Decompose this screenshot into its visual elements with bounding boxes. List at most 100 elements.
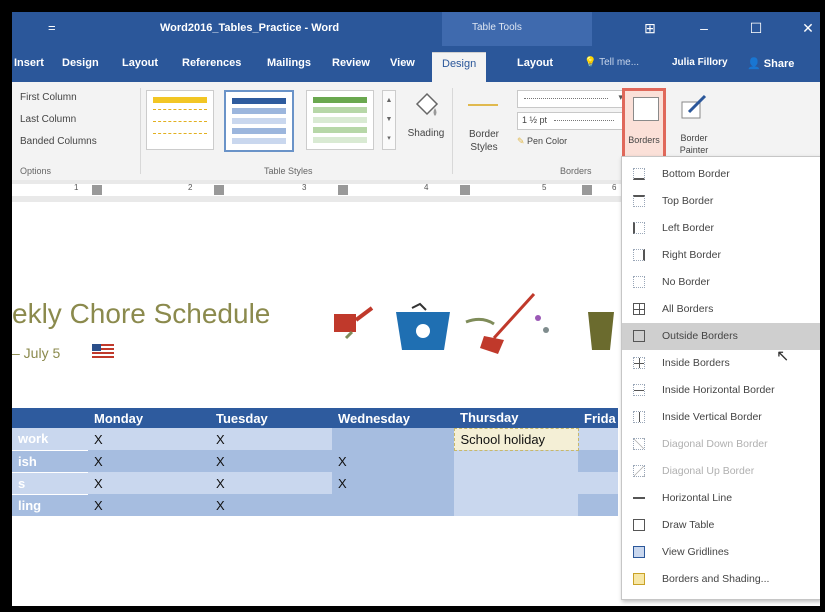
menu-item-no-border[interactable]: No Border xyxy=(622,269,820,296)
table-header-cell[interactable]: Monday xyxy=(88,408,210,428)
diagonal-up-border-icon xyxy=(633,465,645,477)
share-button[interactable]: 👤 Share xyxy=(747,57,794,70)
table-cell[interactable]: School holiday xyxy=(453,427,579,451)
shading-button[interactable]: Shading xyxy=(404,88,448,158)
pen-weight-dropdown[interactable]: 1 ½ pt xyxy=(517,112,627,130)
ruler-marker[interactable] xyxy=(338,185,348,195)
menu-item-right-border[interactable]: Right Border xyxy=(622,242,820,269)
left-border-icon xyxy=(633,222,645,234)
menu-item-inside-horizontal-border[interactable]: Inside Horizontal Border xyxy=(622,377,820,404)
table-cell[interactable]: s xyxy=(12,472,88,495)
table-cell[interactable] xyxy=(454,450,578,472)
pen-color-button[interactable]: ✎ Pen Color xyxy=(517,136,625,152)
maximize-button[interactable]: ☐ xyxy=(744,18,768,38)
table-header-cell[interactable]: Tuesday xyxy=(210,408,332,428)
table-header-cell[interactable]: Frida xyxy=(578,408,618,428)
tab-mailings[interactable]: Mailings xyxy=(267,57,311,69)
ribbon-display-options-icon[interactable]: ⊞ xyxy=(638,18,662,38)
chore-table[interactable]: Monday Tuesday Wednesday Thursday Frida … xyxy=(12,408,618,517)
table-cell[interactable]: X xyxy=(210,450,332,472)
table-cell[interactable]: X xyxy=(210,494,332,516)
menu-item-horizontal-line[interactable]: Horizontal Line xyxy=(622,485,820,512)
table-cell[interactable] xyxy=(332,494,454,516)
table-cell[interactable]: X xyxy=(332,472,454,494)
table-cell[interactable]: ish xyxy=(12,450,88,473)
option-first-column[interactable]: First Column xyxy=(20,92,77,103)
menu-item-all-borders[interactable]: All Borders xyxy=(622,296,820,323)
tab-table-design[interactable]: Design xyxy=(432,52,487,82)
quick-access-toolbar[interactable]: = xyxy=(48,20,56,35)
tab-review[interactable]: Review xyxy=(332,57,370,69)
menu-item-label: Outside Borders xyxy=(662,330,738,342)
menu-item-inside-vertical-border[interactable]: Inside Vertical Border xyxy=(622,404,820,431)
menu-item-draw-table[interactable]: Draw Table xyxy=(622,512,820,539)
ruler-number: 2 xyxy=(188,183,193,192)
horizontal-line-icon xyxy=(633,492,645,504)
table-cell[interactable] xyxy=(578,450,618,472)
menu-item-diagonal-down-border[interactable]: Diagonal Down Border xyxy=(622,431,820,458)
table-cell[interactable] xyxy=(454,472,578,494)
table-cell[interactable] xyxy=(454,494,578,516)
right-border-icon xyxy=(633,249,645,261)
table-header-cell[interactable] xyxy=(12,408,88,428)
pen-color-label: Pen Color xyxy=(527,136,568,146)
menu-item-view-gridlines[interactable]: View Gridlines xyxy=(622,539,820,566)
table-header-cell[interactable]: Wednesday xyxy=(332,408,454,428)
table-styles-more-icon[interactable]: ▲ ▼ ▾ xyxy=(382,90,396,150)
tab-design[interactable]: Design xyxy=(62,57,99,69)
menu-item-diagonal-up-border[interactable]: Diagonal Up Border xyxy=(622,458,820,485)
menu-item-left-border[interactable]: Left Border xyxy=(622,215,820,242)
menu-item-label: Bottom Border xyxy=(662,168,730,180)
tab-view[interactable]: View xyxy=(390,57,415,69)
ruler-marker[interactable] xyxy=(92,185,102,195)
table-cell[interactable] xyxy=(332,428,454,450)
table-cell[interactable]: X xyxy=(210,428,332,450)
tell-me-box[interactable]: 💡 Tell me... xyxy=(584,57,639,68)
border-painter-label: Border Painter xyxy=(679,133,709,155)
table-style-green[interactable] xyxy=(306,90,374,150)
tab-insert[interactable]: Insert xyxy=(14,57,44,69)
minimize-button[interactable]: – xyxy=(692,18,716,38)
word-window: = Word2016_Tables_Practice - Word Table … xyxy=(12,12,820,606)
table-cell[interactable] xyxy=(578,494,618,516)
table-cell[interactable]: X xyxy=(210,472,332,494)
table-style-yellow[interactable] xyxy=(146,90,214,150)
inside-borders-icon xyxy=(633,357,645,369)
table-cell[interactable]: X xyxy=(88,428,210,450)
table-cell[interactable]: X xyxy=(88,450,210,472)
table-cell[interactable]: work xyxy=(12,428,88,451)
table-cell[interactable] xyxy=(578,428,618,450)
menu-item-label: Borders and Shading... xyxy=(662,573,770,585)
table-row: s X X X xyxy=(12,472,618,495)
table-style-blue-selected[interactable] xyxy=(224,90,294,152)
menu-item-outside-borders[interactable]: Outside Borders xyxy=(622,323,820,350)
pen-weight-line xyxy=(554,120,614,121)
table-cell[interactable]: X xyxy=(88,494,210,516)
tab-table-layout[interactable]: Layout xyxy=(517,57,553,69)
option-last-column[interactable]: Last Column xyxy=(20,114,76,125)
tab-references[interactable]: References xyxy=(182,57,241,69)
pen-weight-value: 1 ½ pt xyxy=(522,115,548,125)
close-button[interactable]: ✕ xyxy=(796,18,820,38)
tab-layout[interactable]: Layout xyxy=(122,57,158,69)
table-header-cell[interactable]: Thursday xyxy=(454,408,578,428)
menu-item-bottom-border[interactable]: Bottom Border xyxy=(622,161,820,188)
menu-item-top-border[interactable]: Top Border xyxy=(622,188,820,215)
table-row: work X X School holiday xyxy=(12,427,618,451)
menu-item-borders-and-shading[interactable]: Borders and Shading... xyxy=(622,566,820,593)
table-cell[interactable]: ling xyxy=(12,494,88,517)
table-cell[interactable] xyxy=(578,472,618,494)
table-cell[interactable]: X xyxy=(88,472,210,494)
border-painter-button[interactable]: Border Painter xyxy=(670,88,718,164)
user-name[interactable]: Julia Fillory xyxy=(672,57,728,68)
ruler-marker[interactable] xyxy=(214,185,224,195)
group-label-borders: Borders xyxy=(560,166,592,176)
ruler-marker[interactable] xyxy=(460,185,470,195)
table-cell[interactable]: X xyxy=(332,450,454,472)
inside-vertical-border-icon xyxy=(633,411,645,423)
option-banded-columns[interactable]: Banded Columns xyxy=(20,136,97,147)
pen-style-dropdown[interactable]: ▾ xyxy=(517,90,627,108)
border-styles-button[interactable]: Border Styles xyxy=(458,88,510,164)
menu-item-inside-borders[interactable]: Inside Borders xyxy=(622,350,820,377)
ruler-marker[interactable] xyxy=(582,185,592,195)
